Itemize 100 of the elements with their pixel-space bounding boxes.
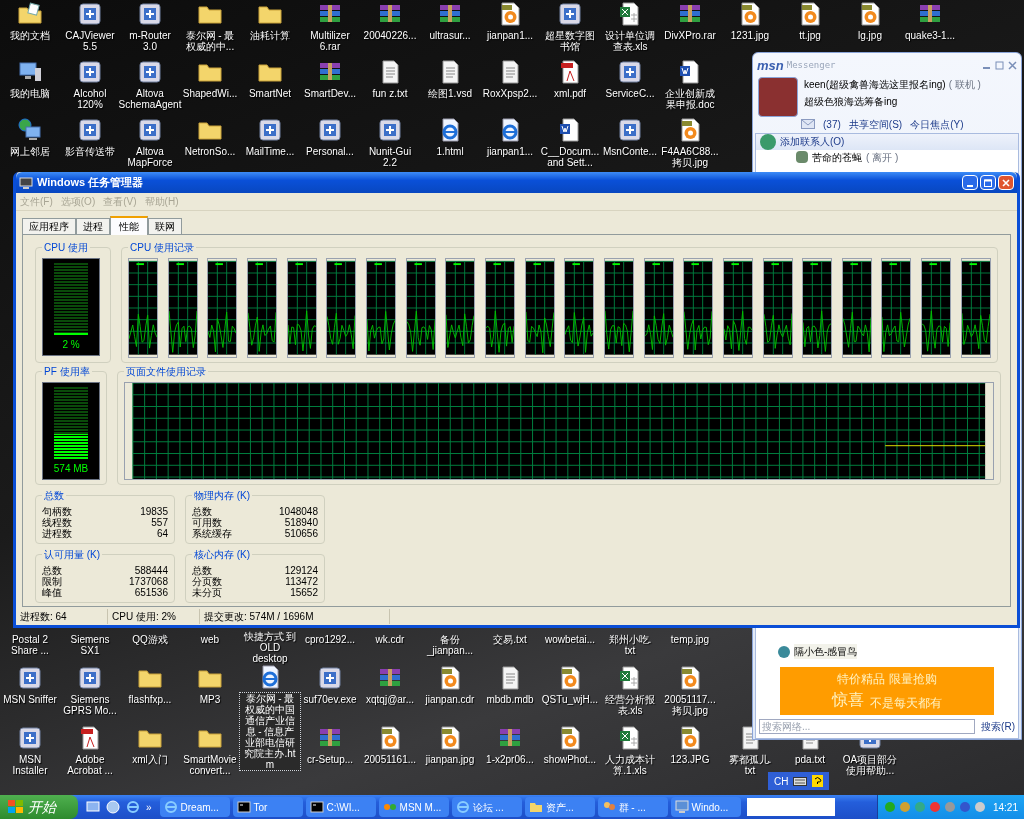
language-indicator[interactable]: CH bbox=[774, 773, 789, 789]
desktop-icon-label[interactable]: 雾都孤儿. txt bbox=[728, 754, 772, 776]
desktop-icon-label[interactable]: Siemens SX1 bbox=[61, 634, 119, 656]
desktop-icon-label[interactable]: pda.txt bbox=[781, 754, 839, 765]
desktop-icon-label[interactable]: 20051117... 拷贝.jpg bbox=[664, 694, 716, 716]
desktop-icon-label[interactable]: tt.jpg bbox=[781, 30, 839, 41]
search-button[interactable]: 搜索(R) bbox=[981, 719, 1015, 734]
taskbar-button[interactable]: 资产... bbox=[524, 797, 595, 817]
desktop-icon-label[interactable]: SmartMovie convert... bbox=[183, 754, 237, 776]
desktop-icon-label[interactable]: 1.html bbox=[421, 146, 479, 157]
desktop-icon-label[interactable]: Adobe Acrobat ... bbox=[67, 754, 113, 776]
tray-icon[interactable] bbox=[958, 801, 971, 813]
close-button[interactable] bbox=[998, 175, 1014, 190]
start-button[interactable]: 开始 bbox=[0, 795, 78, 819]
tray-icon[interactable] bbox=[913, 801, 926, 813]
desktop-icon-label[interactable]: 泰尔网 - 最权威的中国通信产业信息 - 信息产业部电信研究院主办.htm bbox=[239, 692, 301, 771]
tray-icon[interactable] bbox=[943, 801, 956, 813]
maximize-button[interactable] bbox=[980, 175, 996, 190]
desktop-icon-label[interactable]: 郑州小吃. txt bbox=[608, 634, 652, 656]
media-icon[interactable] bbox=[106, 800, 120, 814]
desktop-icon-label[interactable]: wk.cdr bbox=[361, 634, 419, 645]
taskbar-button[interactable]: Tor bbox=[232, 797, 303, 817]
minimize-button[interactable] bbox=[962, 175, 978, 190]
desktop-icon-label[interactable]: fun z.txt bbox=[361, 88, 419, 99]
desktop-icon-label[interactable]: web bbox=[181, 634, 239, 645]
desktop-icon-label[interactable]: 我的文档 bbox=[1, 30, 59, 41]
desktop-icon-label[interactable]: jianpan1... bbox=[481, 30, 539, 41]
desktop-icon-label[interactable]: 20040226... bbox=[361, 30, 419, 41]
desktop-icon-label[interactable]: QSTu_wjH... bbox=[541, 694, 599, 705]
desktop-icon-label[interactable]: temp.jpg bbox=[661, 634, 719, 645]
desktop-icon-label[interactable]: jianpan.cdr bbox=[421, 694, 479, 705]
desktop-icon-label[interactable]: C__Docum... and Sett... bbox=[540, 146, 600, 168]
taskbar-button[interactable]: Windo... bbox=[670, 797, 741, 817]
desktop-icon-label[interactable]: jianpan1... bbox=[481, 146, 539, 157]
desktop-icon-label[interactable]: OA项目部分使用帮助... bbox=[841, 754, 899, 776]
desktop-icon-label[interactable]: Altova MapForce bbox=[127, 146, 173, 168]
tray-icon[interactable] bbox=[898, 801, 911, 813]
desktop-icon-label[interactable]: Alcohol 120% bbox=[73, 88, 107, 110]
desktop-icon-label[interactable]: 备份 _jianpan... bbox=[426, 634, 474, 656]
tab[interactable]: 应用程序 bbox=[22, 218, 76, 234]
tab[interactable]: 进程 bbox=[76, 218, 110, 234]
keyboard-icon[interactable] bbox=[793, 776, 808, 786]
desktop-icon-label[interactable]: MSN Installer bbox=[12, 754, 48, 776]
mail-count[interactable]: (37) bbox=[823, 116, 841, 132]
messenger-link[interactable]: 共享空间(S) bbox=[848, 116, 903, 132]
desktop-icon-label[interactable]: Multilizer 6.rar bbox=[310, 30, 350, 52]
maximize-icon[interactable] bbox=[995, 61, 1004, 71]
search-field[interactable]: 搜索网络... bbox=[759, 719, 976, 734]
desktop-icon-label[interactable]: flashfxp... bbox=[121, 694, 179, 705]
desktop-icon-label[interactable]: RoxXpsp2... bbox=[481, 88, 539, 99]
desktop-icon-label[interactable]: suf70ev.exe bbox=[301, 694, 359, 705]
personal-message[interactable]: 超级色狼海选筹备ing bbox=[804, 93, 981, 109]
tab[interactable]: 性能 bbox=[110, 216, 148, 235]
desktop-icon-label[interactable]: 设计单位调查表.xls bbox=[601, 30, 659, 52]
desktop-icon-label[interactable]: 影音传送带 bbox=[61, 146, 119, 157]
desktop-icon-label[interactable]: F4AA6C88... 拷贝.jpg bbox=[661, 146, 719, 168]
desktop-icon-label[interactable]: cr-Setup... bbox=[301, 754, 359, 765]
taskbar-button[interactable]: Dream... bbox=[159, 797, 230, 817]
user-status[interactable]: ( 联机 ) bbox=[948, 76, 981, 92]
desktop-icon-label[interactable]: DivXPro.rar bbox=[661, 30, 719, 41]
desktop-icon-label[interactable]: 油耗计算 bbox=[241, 30, 299, 41]
desktop-icon-label[interactable]: jianpan.jpg bbox=[421, 754, 479, 765]
desktop-icon-label[interactable]: SmartNet bbox=[241, 88, 299, 99]
tray-icon[interactable] bbox=[973, 801, 986, 813]
desktop-icon-label[interactable]: Personal... bbox=[301, 146, 359, 157]
desktop-icon-label[interactable]: 1231.jpg bbox=[721, 30, 779, 41]
desktop-icon-label[interactable]: NetronSo... bbox=[181, 146, 239, 157]
desktop-icon-label[interactable]: Siemens GPRS Mo... bbox=[63, 694, 117, 716]
desktop-icon-label[interactable]: ShapedWi... bbox=[181, 88, 239, 99]
tab[interactable]: 联网 bbox=[148, 218, 182, 234]
desktop-icon-label[interactable]: 泰尔网 - 最权威的中... bbox=[181, 30, 239, 52]
taskbar-button[interactable]: MSN M... bbox=[378, 797, 449, 817]
contact-name[interactable]: 隔小色-感冒鸟 bbox=[794, 644, 858, 659]
desktop-icon-label[interactable]: 企业创新成果申报.doc bbox=[661, 88, 719, 110]
desktop-icon-label[interactable]: wowbetai... bbox=[541, 634, 599, 645]
messenger-link[interactable]: 今日焦点(Y) bbox=[910, 116, 964, 132]
desktop-icon-label[interactable]: Altova SchemaAgent bbox=[118, 88, 182, 110]
desktop-icon-label[interactable]: MailTime... bbox=[241, 146, 299, 157]
desktop-icon-label[interactable]: Nunit-Gui 2.2 bbox=[368, 146, 412, 168]
more-button[interactable]: » bbox=[146, 799, 152, 815]
desktop-icon-label[interactable]: 123.JPG bbox=[661, 754, 719, 765]
desktop-icon[interactable] bbox=[86, 800, 100, 814]
desktop-icon-label[interactable]: 绘图1.vsd bbox=[421, 88, 479, 99]
desktop-icon-label[interactable]: MsnConte... bbox=[601, 146, 659, 157]
taskbar-button[interactable]: 群 - ... bbox=[597, 797, 668, 817]
desktop-icon-label[interactable]: MP3 bbox=[181, 694, 239, 705]
desktop-icon-label[interactable]: xml.pdf bbox=[541, 88, 599, 99]
desktop-icon-label[interactable]: 人力成本计算.1.xls bbox=[601, 754, 659, 776]
desktop-icon-label[interactable]: m-Router 3.0 bbox=[129, 30, 171, 52]
desktop-icon-label[interactable]: ServiceC... bbox=[601, 88, 659, 99]
user-name[interactable]: keen(超级禽兽海选这里报名ing) bbox=[804, 76, 946, 92]
desktop-icon-label[interactable]: 快捷方式 到OLD desktop bbox=[241, 631, 299, 664]
help-icon[interactable] bbox=[812, 775, 824, 787]
tray-icon[interactable] bbox=[883, 801, 896, 813]
desktop-icon-label[interactable]: CAJViewer 5.5 bbox=[65, 30, 115, 52]
desktop-icon-label[interactable]: 我的电脑 bbox=[1, 88, 59, 99]
desktop-icon-label[interactable]: lg.jpg bbox=[841, 30, 899, 41]
desktop-icon-label[interactable]: ultrasur... bbox=[421, 30, 479, 41]
desktop-icon-label[interactable]: 网上邻居 bbox=[1, 146, 59, 157]
desktop-icon-label[interactable]: cpro1292... bbox=[301, 634, 359, 645]
